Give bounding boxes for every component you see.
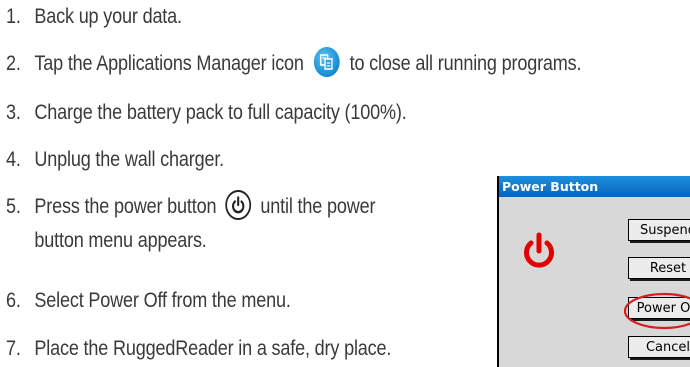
applications-manager-icon — [313, 47, 340, 78]
step-2: 2. Tap the Applications Manager icon to c… — [6, 47, 582, 79]
step-text-continued: until the power — [260, 195, 376, 218]
suspend-button[interactable]: Suspend — [628, 219, 690, 241]
step-text: Unplug the wall charger. — [34, 148, 225, 171]
step-5: 5. Press the power button until the power — [6, 190, 376, 222]
step-1: 1. Back up your data. — [6, 2, 182, 32]
step-3: 3. Charge the battery pack to full capaci… — [6, 98, 407, 128]
step-6: 6. Select Power Off from the menu. — [6, 286, 291, 316]
step-4: 4. Unplug the wall charger. — [6, 145, 224, 175]
dialog-title: Power Button — [499, 176, 690, 197]
step-text: Charge the battery pack to full capacity… — [34, 101, 407, 124]
step-text: Place the RuggedReader in a safe, dry pl… — [34, 337, 392, 360]
step-number: 4. — [6, 148, 21, 171]
step-7: 7. Place the RuggedReader in a safe, dry … — [6, 334, 391, 364]
step-text-continued: to close all running programs. — [349, 52, 582, 75]
power-icon — [225, 190, 252, 221]
power-button-dialog: Power Button Suspend Reset Power Off Can… — [497, 176, 690, 367]
power-off-button[interactable]: Power Off — [628, 297, 690, 319]
cancel-button[interactable]: Cancel — [628, 336, 690, 358]
step-number: 5. — [6, 195, 21, 218]
step-text: button menu appears. — [34, 229, 207, 252]
step-text: Tap the Applications Manager icon — [34, 52, 304, 75]
step-number: 2. — [6, 52, 21, 75]
step-number: 1. — [6, 5, 21, 28]
reset-button[interactable]: Reset — [628, 257, 690, 279]
step-number: 7. — [6, 337, 21, 360]
step-text: Press the power button — [34, 195, 217, 218]
step-number: 6. — [6, 289, 21, 312]
step-text: Select Power Off from the menu. — [34, 289, 291, 312]
step-text: Back up your data. — [34, 5, 182, 28]
power-icon — [522, 232, 556, 277]
step-number: 3. — [6, 101, 21, 124]
step-5-line-2: button menu appears. — [6, 226, 207, 256]
